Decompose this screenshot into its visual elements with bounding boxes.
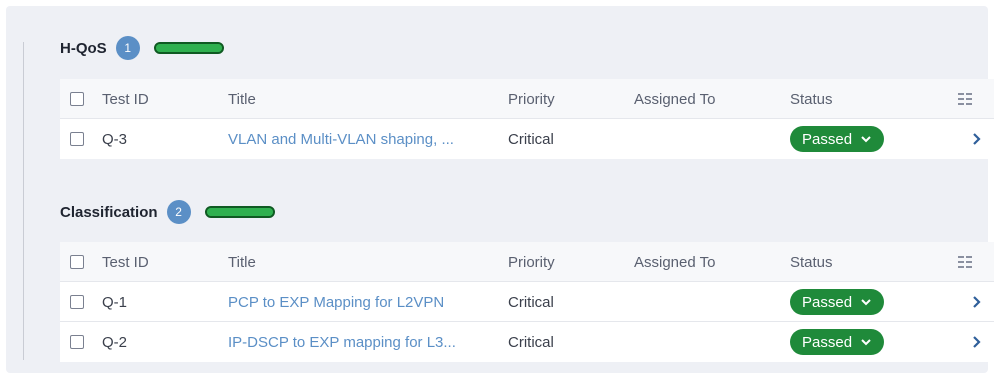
group-progress-bar [204,206,275,218]
group-progress-fill [155,44,222,52]
column-header-priority[interactable]: Priority [508,242,555,282]
priority: Critical [508,333,554,351]
row-checkbox[interactable] [70,282,84,322]
table-header-row: Test ID Title Priority Assigned To Statu… [60,79,994,119]
column-header-test-id[interactable]: Test ID [102,79,149,119]
status-dropdown[interactable]: Passed [790,126,885,152]
chevron-down-icon [861,136,871,143]
test-id: Q-3 [102,130,128,148]
table-row[interactable]: Q-2 IP-DSCP to EXP mapping for L3... Cri… [60,322,994,362]
table-header-row: Test ID Title Priority Assigned To Statu… [60,242,994,282]
row-open-button[interactable] [970,322,982,362]
test-table-classification: Test ID Title Priority Assigned To Statu… [60,242,994,362]
select-all-checkbox[interactable] [70,79,84,119]
status-cell: Passed [790,282,885,322]
test-title-link[interactable]: VLAN and Multi-VLAN shaping, ... [228,119,454,159]
columns-icon[interactable] [958,79,972,119]
priority: Critical [508,130,554,148]
column-header-assigned-to[interactable]: Assigned To [634,242,715,282]
count-badge: 2 [166,200,191,224]
test-table-hqos: Test ID Title Priority Assigned To Statu… [60,79,994,159]
status-cell: Passed [790,322,885,362]
select-all-checkbox[interactable] [70,242,84,282]
row-open-button[interactable] [970,119,982,159]
checkbox[interactable] [70,92,84,106]
row-checkbox[interactable] [70,119,84,159]
column-header-title[interactable]: Title [228,242,256,282]
count-badge: 1 [115,36,140,60]
test-id: Q-1 [102,293,128,311]
chevron-down-icon [861,339,871,346]
chevron-right-icon [973,133,981,145]
test-title-link[interactable]: IP-DSCP to EXP mapping for L3... [228,322,456,362]
group-divider-line [23,42,24,360]
column-header-title[interactable]: Title [228,79,256,119]
chevron-right-icon [973,296,981,308]
table-row[interactable]: Q-3 VLAN and Multi-VLAN shaping, ... Cri… [60,119,994,159]
column-header-test-id[interactable]: Test ID [102,242,149,282]
group-header-classification[interactable]: Classification 2 [60,200,275,224]
column-header-status[interactable]: Status [790,242,833,282]
status-dropdown[interactable]: Passed [790,289,885,315]
columns-icon[interactable] [958,242,972,282]
column-header-assigned-to[interactable]: Assigned To [634,79,715,119]
status-label: Passed [802,293,853,311]
chevron-down-icon [861,299,871,306]
group-progress-bar [153,42,224,54]
row-checkbox[interactable] [70,322,84,362]
checkbox[interactable] [70,255,84,269]
page: H-QoS 1 Test ID Title Priority Assigned … [0,0,994,379]
group-progress-fill [206,208,273,216]
priority: Critical [508,293,554,311]
group-title: H-QoS [60,39,107,57]
column-header-status[interactable]: Status [790,79,833,119]
checkbox[interactable] [70,295,84,309]
test-title-link[interactable]: PCP to EXP Mapping for L2VPN [228,282,444,322]
status-dropdown[interactable]: Passed [790,329,885,355]
table-row[interactable]: Q-1 PCP to EXP Mapping for L2VPN Critica… [60,282,994,322]
row-open-button[interactable] [970,282,982,322]
status-label: Passed [802,333,853,351]
group-title: Classification [60,203,158,221]
chevron-right-icon [973,336,981,348]
group-header-hqos[interactable]: H-QoS 1 [60,36,224,60]
test-id: Q-2 [102,333,128,351]
status-label: Passed [802,130,853,148]
checkbox[interactable] [70,335,84,349]
column-header-priority[interactable]: Priority [508,79,555,119]
checkbox[interactable] [70,132,84,146]
status-cell: Passed [790,119,885,159]
